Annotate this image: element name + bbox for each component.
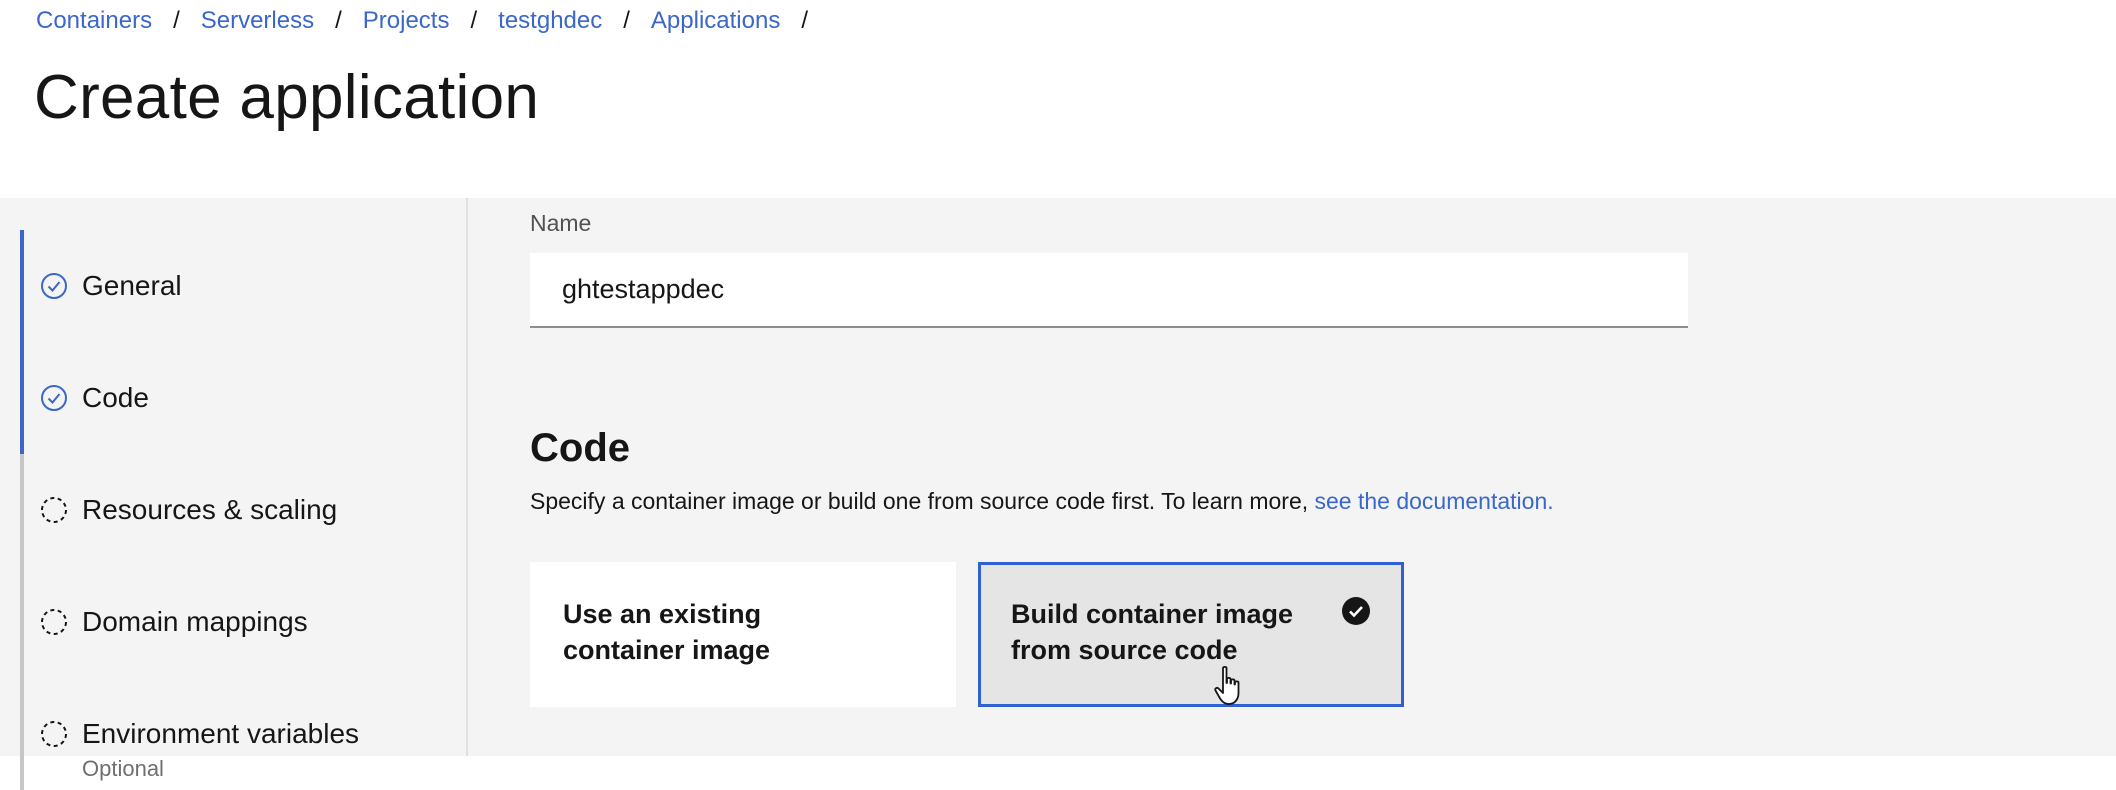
documentation-link[interactable]: see the documentation. — [1315, 488, 1554, 514]
step-resources-scaling[interactable]: Resources & scaling — [20, 454, 460, 566]
circle-dash-icon — [41, 721, 67, 747]
step-label: Environment variables — [82, 718, 360, 749]
breadcrumb-serverless[interactable]: Serverless — [201, 7, 314, 35]
progress-sidebar: General Code Resources & scaling Domain … — [0, 198, 468, 790]
description-text: Specify a container image or build one f… — [530, 488, 1315, 514]
name-input[interactable] — [530, 253, 1688, 328]
step-environment-variables[interactable]: Environment variables Optional — [20, 678, 460, 790]
breadcrumb-separator: / — [173, 7, 180, 34]
step-label: Resources & scaling — [82, 494, 338, 525]
step-general[interactable]: General — [20, 230, 460, 342]
step-label: Code — [82, 382, 149, 413]
circle-dash-icon — [41, 609, 67, 635]
tile-existing-image[interactable]: Use an existing container image — [530, 562, 956, 707]
name-label: Name — [530, 210, 592, 236]
page-title: Create application — [34, 63, 540, 132]
hand-pointer-cursor-icon — [1214, 665, 1240, 705]
step-label: General — [82, 270, 182, 301]
checkmark-outline-icon — [41, 273, 67, 299]
step-domain-mappings[interactable]: Domain mappings — [20, 566, 460, 678]
breadcrumb-containers[interactable]: Containers — [36, 7, 152, 35]
breadcrumb-separator: / — [623, 7, 630, 34]
circle-dash-icon — [41, 497, 67, 523]
breadcrumb: Containers / Serverless / Projects / tes… — [36, 6, 829, 36]
tile-build-from-source[interactable]: Build container image from source code — [978, 562, 1404, 707]
breadcrumb-separator: / — [335, 7, 342, 34]
checkmark-filled-icon — [1342, 597, 1370, 625]
code-section-description: Specify a container image or build one f… — [530, 488, 1554, 515]
page-header: Containers / Serverless / Projects / tes… — [0, 0, 2116, 198]
breadcrumb-project-testghdec[interactable]: testghdec — [498, 7, 602, 35]
body-area: General Code Resources & scaling Domain … — [0, 198, 2116, 790]
step-code[interactable]: Code — [20, 342, 460, 454]
code-section-title: Code — [530, 426, 630, 470]
tile-label: Use an existing container image — [563, 599, 771, 665]
checkmark-outline-icon — [41, 385, 67, 411]
breadcrumb-applications[interactable]: Applications — [651, 7, 780, 35]
tile-label: Build container image from source code — [1011, 599, 1294, 665]
breadcrumb-separator: / — [801, 7, 808, 34]
step-optional-label: Optional — [82, 756, 164, 781]
breadcrumb-projects[interactable]: Projects — [363, 7, 450, 35]
form-content: Name Code Specify a container image or b… — [530, 198, 1730, 756]
breadcrumb-separator: / — [470, 7, 478, 34]
step-label: Domain mappings — [82, 606, 308, 637]
